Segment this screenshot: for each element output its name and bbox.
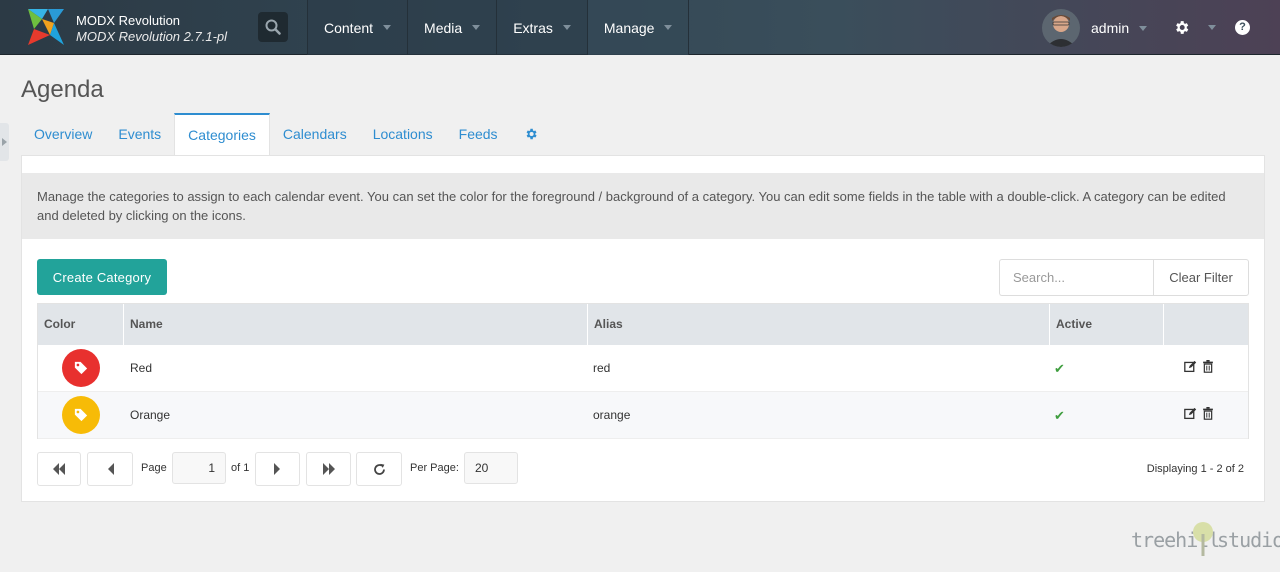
page-title: Agenda: [21, 76, 104, 103]
caret-down-icon: [664, 25, 673, 30]
double-chevron-left-icon: [53, 463, 65, 475]
prev-page-button[interactable]: [87, 452, 133, 486]
user-menu[interactable]: admin: [1042, 8, 1148, 48]
cell-name[interactable]: Red: [130, 345, 152, 392]
nav-label: Content: [324, 19, 374, 36]
grid-header: Color Name Alias Active: [38, 304, 1248, 345]
chevron-right-icon: [274, 463, 280, 475]
caret-down-icon: [472, 25, 481, 30]
categories-panel: Manage the categories to assign to each …: [21, 155, 1265, 502]
nav-manage[interactable]: Manage: [586, 0, 690, 55]
search-input[interactable]: Search...: [999, 259, 1153, 296]
sidebar-toggle[interactable]: [0, 123, 9, 161]
tab-events[interactable]: Events: [105, 113, 174, 155]
user-name: admin: [1091, 20, 1130, 36]
next-page-button[interactable]: [255, 452, 300, 486]
row-actions: [1184, 407, 1214, 420]
per-page-label: Per Page:: [410, 462, 459, 474]
treehill-studio-logo: treehill studio: [1131, 520, 1280, 560]
chevron-left-icon: [107, 463, 114, 475]
color-swatch: [62, 396, 100, 434]
trash-icon[interactable]: [1202, 360, 1214, 373]
gear-icon[interactable]: [1173, 19, 1190, 36]
panel-description: Manage the categories to assign to each …: [22, 173, 1264, 239]
table-row[interactable]: Red red ✔: [38, 345, 1248, 392]
last-page-button[interactable]: [306, 452, 351, 486]
chevron-right-icon: [2, 138, 7, 146]
clear-filter-button[interactable]: Clear Filter: [1153, 259, 1249, 296]
first-page-button[interactable]: [37, 452, 81, 486]
help-icon[interactable]: ?: [1235, 20, 1250, 35]
double-chevron-right-icon: [322, 463, 335, 475]
tab-settings[interactable]: [511, 113, 551, 155]
tab-calendars[interactable]: Calendars: [270, 113, 360, 155]
search-icon: [265, 19, 281, 35]
top-bar: MODX Revolution MODX Revolution 2.7.1-pl…: [0, 0, 1280, 55]
tab-bar: Overview Events Categories Calendars Loc…: [21, 113, 551, 155]
categories-grid: Color Name Alias Active Red red ✔ Orange…: [37, 303, 1249, 439]
brand[interactable]: MODX Revolution MODX Revolution 2.7.1-pl: [26, 7, 256, 47]
cell-name[interactable]: Orange: [130, 392, 170, 439]
refresh-icon: [373, 463, 385, 475]
row-actions: [1184, 360, 1214, 373]
nav-label: Manage: [603, 19, 655, 36]
nav-content[interactable]: Content: [307, 0, 408, 55]
nav-media[interactable]: Media: [407, 0, 497, 55]
trash-icon[interactable]: [1202, 407, 1214, 420]
tab-feeds[interactable]: Feeds: [446, 113, 511, 155]
page-label: Page: [141, 462, 167, 474]
app-name: MODX Revolution: [76, 13, 181, 28]
color-swatch: [62, 349, 100, 387]
caret-down-icon: [562, 25, 571, 30]
per-page-input[interactable]: 20: [464, 452, 518, 484]
refresh-button[interactable]: [356, 452, 402, 486]
nav-extras[interactable]: Extras: [496, 0, 587, 55]
modx-logo-icon: [28, 9, 64, 45]
caret-down-icon: [383, 25, 392, 30]
displaying-count: Displaying 1 - 2 of 2: [1146, 463, 1244, 475]
footer-brand-right: studio: [1217, 528, 1280, 552]
tab-locations[interactable]: Locations: [360, 113, 446, 155]
search-button[interactable]: [258, 12, 288, 42]
column-header-actions: [1164, 304, 1248, 345]
check-icon: ✔: [1054, 361, 1065, 376]
column-header-color[interactable]: Color: [38, 304, 124, 345]
cell-alias[interactable]: red: [593, 345, 610, 392]
tab-overview[interactable]: Overview: [21, 113, 105, 155]
caret-down-icon: [1208, 25, 1216, 30]
nav-label: Extras: [513, 19, 553, 36]
tag-icon: [74, 361, 88, 375]
page-number-input[interactable]: 1: [172, 452, 226, 484]
edit-icon[interactable]: [1184, 360, 1197, 373]
check-icon: ✔: [1054, 408, 1065, 423]
edit-icon[interactable]: [1184, 407, 1197, 420]
table-row[interactable]: Orange orange ✔: [38, 392, 1248, 439]
column-header-alias[interactable]: Alias: [588, 304, 1050, 345]
cell-alias[interactable]: orange: [593, 392, 630, 439]
avatar: [1042, 9, 1080, 47]
pagination: Page 1 of 1 Per Page: 20 Displaying 1 - …: [37, 452, 1249, 486]
tag-icon: [74, 408, 88, 422]
gear-icon: [526, 128, 537, 140]
tree-icon: [1193, 522, 1213, 556]
app-version: MODX Revolution 2.7.1-pl: [76, 29, 228, 44]
create-category-button[interactable]: Create Category: [37, 259, 167, 295]
tab-categories[interactable]: Categories: [174, 113, 270, 155]
caret-down-icon: [1139, 25, 1148, 31]
column-header-active[interactable]: Active: [1050, 304, 1164, 345]
nav-label: Media: [424, 19, 463, 36]
main-nav: Content Media Extras Manage: [307, 0, 690, 55]
column-header-name[interactable]: Name: [124, 304, 588, 345]
page-total-label: of 1: [231, 462, 250, 474]
